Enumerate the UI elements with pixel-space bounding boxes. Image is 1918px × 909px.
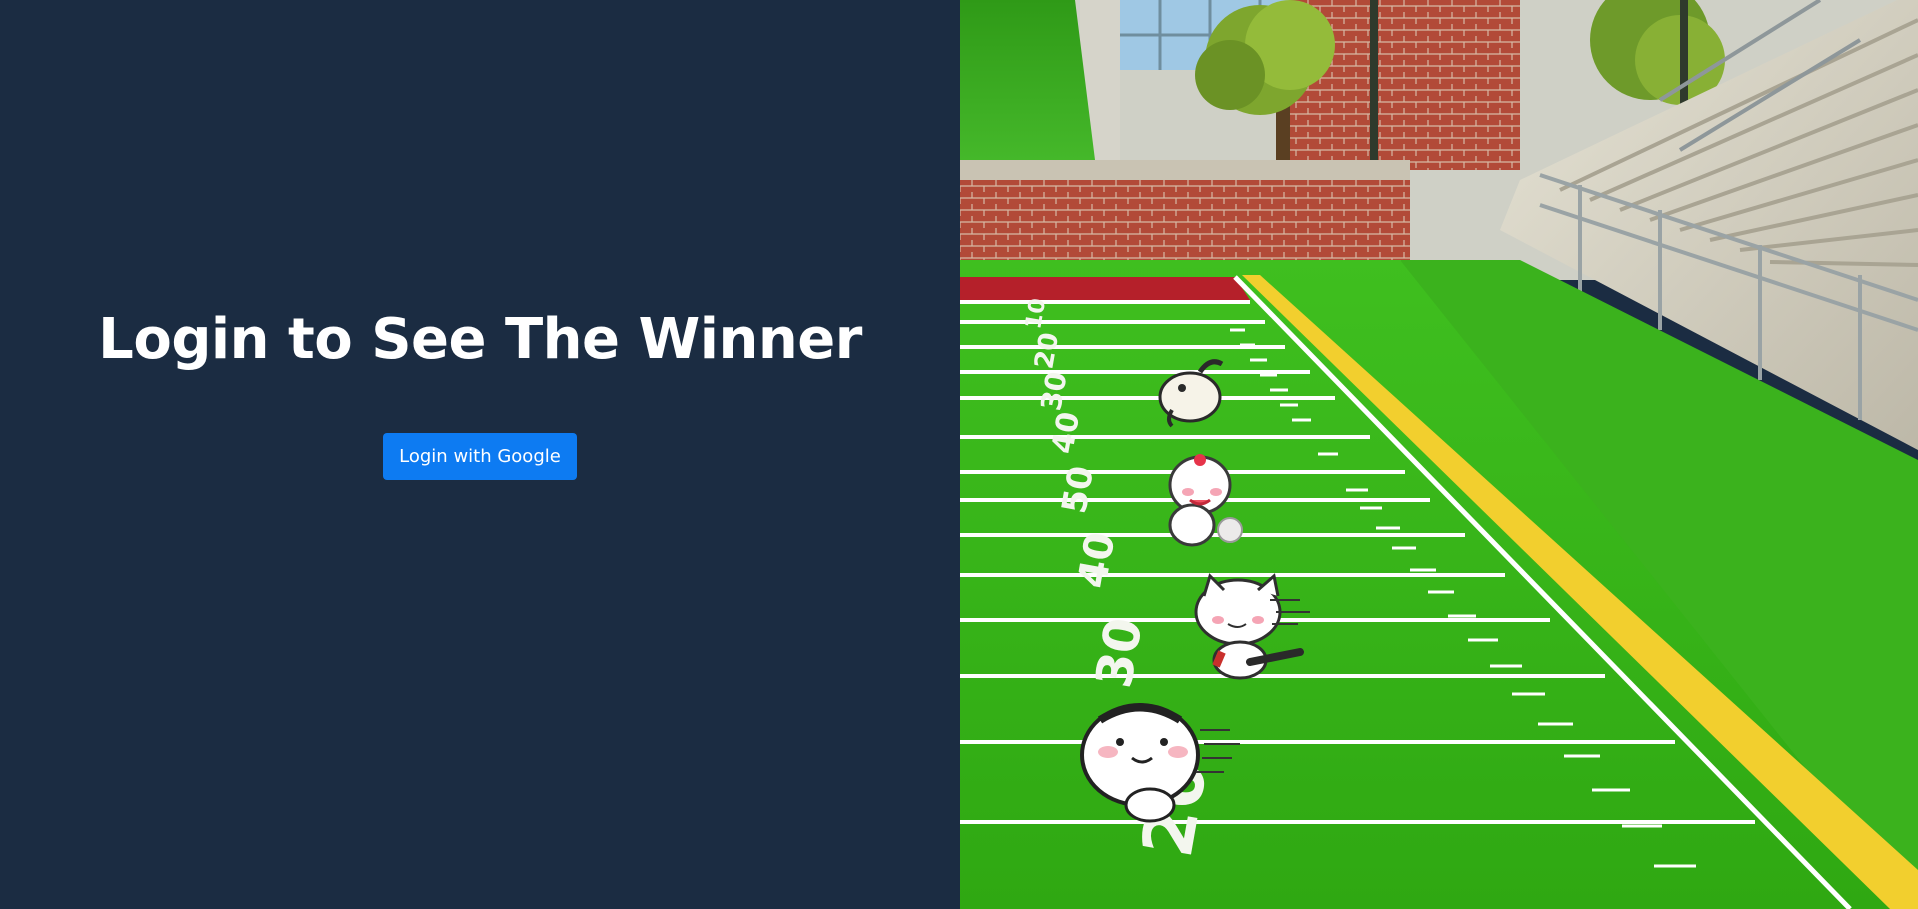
- yard-number: 30: [1034, 369, 1073, 413]
- login-panel: Login to See The Winner Login with Googl…: [0, 0, 960, 909]
- yard-number: 40: [1045, 409, 1087, 456]
- login-with-google-button[interactable]: Login with Google: [383, 433, 577, 480]
- login-page: Login to See The Winner Login with Googl…: [0, 0, 1918, 909]
- yard-number: 50: [1054, 463, 1102, 517]
- yard-number: 40: [1070, 529, 1125, 592]
- yard-number: 10: [1021, 297, 1051, 332]
- endzone-strip: [960, 277, 1250, 300]
- stadium-illustration: 10 20 30 40 50 40 30 20: [960, 0, 1918, 909]
- yard-number: 20: [1029, 330, 1065, 371]
- yard-number: 30: [1085, 613, 1154, 692]
- brick-wall: [960, 160, 1410, 260]
- page-title: Login to See The Winner: [98, 307, 862, 372]
